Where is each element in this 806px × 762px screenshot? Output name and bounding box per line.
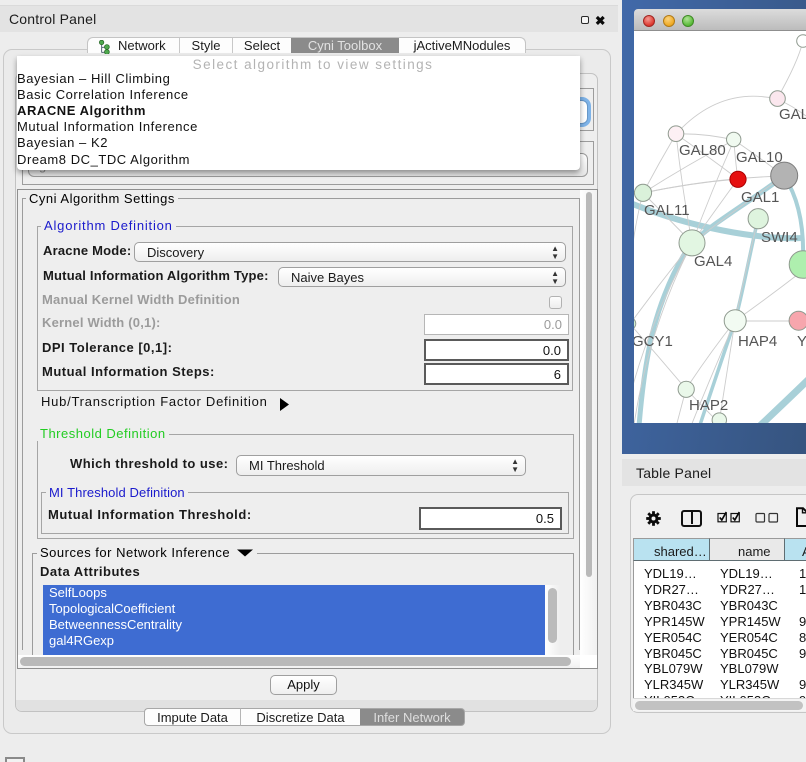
svg-text:HAP2: HAP2 bbox=[689, 397, 728, 414]
svg-text:GAL4: GAL4 bbox=[694, 253, 732, 270]
svg-text:GAL11: GAL11 bbox=[644, 202, 690, 219]
svg-text:GAL10: GAL10 bbox=[736, 149, 783, 166]
svg-text:GAL80: GAL80 bbox=[679, 142, 726, 159]
svg-text:HAP4: HAP4 bbox=[738, 333, 777, 350]
svg-text:Y: Y bbox=[797, 333, 806, 350]
svg-text:GCY1: GCY1 bbox=[634, 333, 673, 350]
svg-text:GAL1: GAL1 bbox=[741, 189, 779, 206]
svg-text:SWI4: SWI4 bbox=[761, 229, 798, 246]
svg-text:GAL7: GAL7 bbox=[779, 106, 806, 123]
